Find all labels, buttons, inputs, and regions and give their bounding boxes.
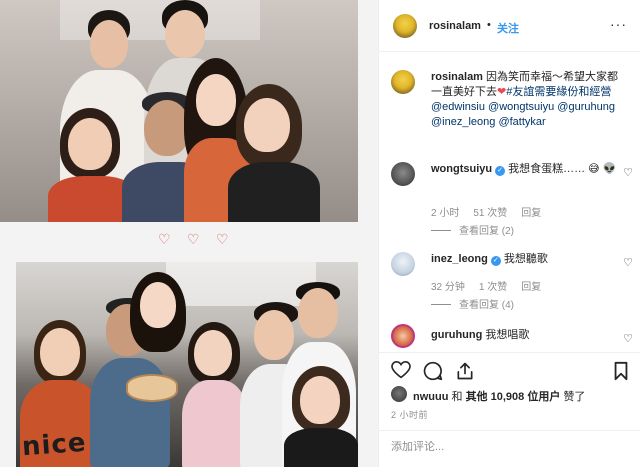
like-heart-icon[interactable] — [391, 361, 411, 379]
post-sidebar: rosinalam • 关注 ··· rosinalam 因為笑而幸福～希望大家都… — [378, 0, 640, 467]
header-username-link[interactable]: rosinalam — [429, 20, 481, 32]
commenter-avatar-icon[interactable] — [391, 162, 415, 186]
comment-like-count[interactable]: 51 次赞 — [473, 208, 507, 219]
caption-username-link[interactable]: rosinalam — [431, 71, 483, 83]
comment-username-link[interactable]: wongtsuiyu — [431, 163, 492, 175]
group-photo-top — [0, 0, 358, 222]
comment-text-block: guruhung 我想唱歌 — [431, 328, 619, 343]
replies-line-divider — [431, 230, 451, 231]
view-replies-label: 查看回复 (2) — [459, 226, 514, 237]
liked-suffix: 赞了 — [563, 391, 586, 403]
comment-meta: 32 分钟 1 次赞 回复 — [431, 278, 555, 293]
commenter-avatar-icon[interactable] — [391, 252, 415, 276]
liked-by-and: 和 — [451, 391, 463, 403]
comment-bubble-icon[interactable] — [423, 361, 443, 381]
comment-time[interactable]: 32 分钟 — [431, 282, 465, 293]
heart-emoji-icon: ❤ — [497, 86, 507, 98]
mention-link[interactable]: @fattykar — [498, 116, 545, 128]
mention-link[interactable]: @guruhung — [557, 101, 615, 113]
add-comment-input[interactable] — [391, 441, 591, 453]
mention-link[interactable]: @inez_leong — [431, 116, 495, 128]
post-header: rosinalam • 关注 ··· — [379, 0, 640, 52]
profile-avatar-icon[interactable] — [393, 14, 417, 38]
comment-like-icon[interactable]: ♡ — [623, 332, 633, 345]
comment-text: 我想唱歌 — [485, 329, 530, 341]
view-replies-button[interactable]: 查看回复 (4) — [431, 296, 514, 311]
verified-badge-icon: ✓ — [490, 256, 501, 266]
hashtag-link[interactable]: #友誼需要緣份和經營 — [506, 86, 611, 98]
bookmark-save-icon[interactable] — [613, 361, 629, 381]
reply-button[interactable]: 回复 — [521, 282, 541, 293]
more-options-icon[interactable]: ··· — [610, 16, 627, 32]
comment-username-link[interactable]: inez_leong — [431, 253, 488, 265]
post-timestamp[interactable]: 2 小时前 — [391, 408, 428, 421]
comment-like-count[interactable]: 1 次赞 — [479, 282, 507, 293]
reply-button[interactable]: 回复 — [521, 208, 541, 219]
commenter-avatar-icon[interactable] — [391, 324, 415, 348]
action-bar — [379, 352, 640, 384]
emoji-icon: 😅 👽 — [588, 163, 617, 175]
view-replies-label: 查看回复 (4) — [459, 300, 514, 311]
comment-text-block: inez_leong ✓ 我想聽歌 — [431, 252, 619, 267]
mention-link[interactable]: @wongtsuiyu — [488, 101, 554, 113]
photo-hearts-decoration: ♡ ♡ ♡ — [158, 232, 235, 248]
photo-nice-caption: nice — [21, 427, 88, 463]
header-separator: • — [487, 19, 491, 31]
comment-meta: 2 小时 51 次赞 回复 — [431, 204, 555, 219]
add-comment-bar — [379, 430, 640, 467]
comment-time[interactable]: 2 小时 — [431, 208, 459, 219]
view-replies-button[interactable]: 查看回复 (2) — [431, 222, 514, 237]
mention-link[interactable]: @edwinsiu — [431, 101, 485, 113]
birthday-cake — [126, 374, 178, 402]
liker-avatar-icon[interactable] — [391, 386, 407, 402]
replies-line-divider — [431, 304, 451, 305]
liked-by-text: nwuuu 和 其他 10,908 位用户 赞了 — [413, 388, 585, 404]
caption-avatar-icon[interactable] — [391, 70, 415, 94]
comment-username-link[interactable]: guruhung — [431, 329, 482, 341]
first-liker-link[interactable]: nwuuu — [413, 391, 448, 403]
caption-text-block: rosinalam 因為笑而幸福～希望大家都一直美好下去❤#友誼需要緣份和經營 @… — [431, 70, 627, 130]
follow-button[interactable]: 关注 — [497, 20, 519, 36]
comment-text-block: wongtsuiyu ✓ 我想食蛋糕…… 😅 👽 — [431, 162, 619, 177]
post-photo-collage[interactable]: ♡ ♡ ♡ nice — [0, 0, 378, 467]
verified-badge-icon: ✓ — [495, 166, 506, 176]
other-likers-link[interactable]: 其他 10,908 位用户 — [466, 391, 561, 403]
comment-like-icon[interactable]: ♡ — [623, 256, 633, 269]
share-upload-icon[interactable] — [455, 361, 475, 381]
comment-like-icon[interactable]: ♡ — [623, 166, 633, 179]
comment-text: 我想聽歌 — [503, 253, 548, 265]
comment-text: 我想食蛋糕…… — [508, 163, 586, 175]
